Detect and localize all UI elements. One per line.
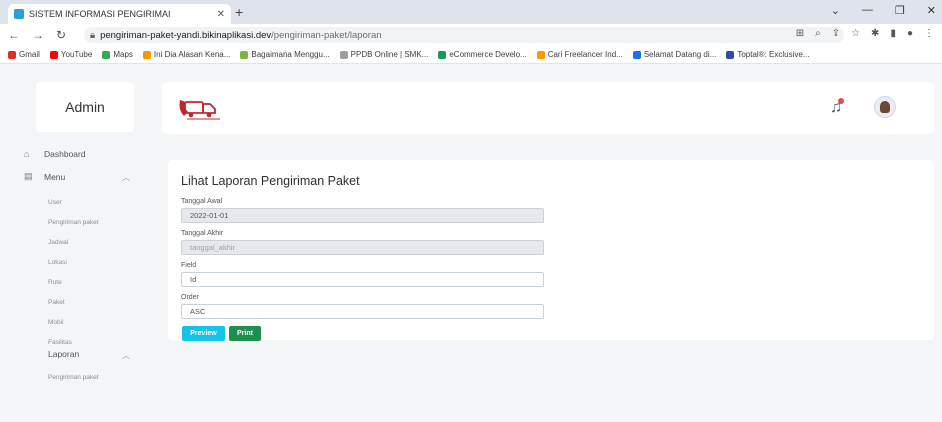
url-field[interactable]: 🔒︎ pengiriman-paket-yandi.bikinaplikasi.… xyxy=(84,27,844,43)
navigation-buttons: ← → ↻ xyxy=(8,28,66,42)
address-bar-row: ← → ↻ 🔒︎ pengiriman-paket-yandi.bikinapl… xyxy=(0,24,942,46)
address-bar-icons: ⊞ ⌕ ⇪ ☆ ✱ ▮ ● ⋮ xyxy=(796,28,934,39)
browser-tab[interactable]: SISTEM INFORMASI PENGIRIMAI ✕ xyxy=(8,4,231,24)
report-form-card: Lihat Laporan Pengiriman Paket Tanggal A… xyxy=(168,160,934,341)
zoom-icon[interactable]: ⌕ xyxy=(815,28,821,39)
bookmark-item[interactable]: Bagaimana Menggu... xyxy=(240,50,330,59)
star-icon[interactable]: ☆ xyxy=(851,28,860,39)
bookmark-label: Cari Freelancer Ind... xyxy=(547,50,623,59)
minimize-icon[interactable]: — xyxy=(862,4,873,17)
sidebar-item-menu[interactable]: ▤ Menu xyxy=(24,171,65,182)
bookmark-label: eCommerce Develo... xyxy=(449,50,527,59)
sidebar-item-label: Dashboard xyxy=(44,149,86,159)
bookmark-icon xyxy=(632,50,641,59)
bookmark-item[interactable]: Maps xyxy=(102,50,133,59)
bookmark-icon xyxy=(339,50,348,59)
sidebar-subitem[interactable]: Rute xyxy=(48,279,62,286)
more-options-icon[interactable]: ⋮ xyxy=(924,28,934,39)
bookmark-item[interactable]: YouTube xyxy=(49,50,93,59)
bookmark-label: Bagaimana Menggu... xyxy=(251,50,330,59)
print-button[interactable]: Print xyxy=(229,326,261,341)
bookmark-item[interactable]: eCommerce Develo... xyxy=(438,50,527,59)
bookmark-label: Ini Dia Alasan Kena... xyxy=(153,50,231,59)
field-select[interactable]: Id xyxy=(181,272,544,287)
sidebar-subitem[interactable]: Pengiriman paket xyxy=(48,219,99,226)
bookmark-label: Gmail xyxy=(19,50,40,59)
preview-button[interactable]: Preview xyxy=(182,326,225,341)
url-path: /pengiriman-paket/laporan xyxy=(271,29,382,41)
notification-dot xyxy=(838,98,844,104)
bookmark-item[interactable]: PPDB Online | SMK... xyxy=(339,50,429,59)
tanggal-akhir-label: Tanggal Akhir xyxy=(181,230,224,237)
sidebar-brand[interactable]: Admin xyxy=(36,82,134,132)
bookmark-label: PPDB Online | SMK... xyxy=(350,50,429,59)
bookmark-icon xyxy=(438,50,447,59)
bookmark-label: Maps xyxy=(113,50,133,59)
sidebar-subitem[interactable]: Lokasi xyxy=(48,259,67,266)
sidebar-item-laporan[interactable]: Laporan xyxy=(48,349,79,359)
sidebar: Admin ⌂ Dashboard ▤ Menu ︿ User Pengirima… xyxy=(0,64,152,422)
order-select[interactable]: ASC xyxy=(181,304,544,319)
window-controls: ⌄ — ❐ ✕ xyxy=(831,4,936,17)
menu-icon: ▤ xyxy=(24,171,33,181)
bookmark-item[interactable]: Ini Dia Alasan Kena... xyxy=(142,50,231,59)
sidebar-subitem[interactable]: Mobil xyxy=(48,319,64,326)
sidebar-toggle-icon[interactable]: ▮ xyxy=(890,28,896,39)
bookmark-item[interactable]: Gmail xyxy=(8,50,40,59)
bookmark-icon xyxy=(102,50,111,59)
bookmark-label: Toptal®: Exclusive... xyxy=(737,50,810,59)
maximize-icon[interactable]: ❐ xyxy=(895,4,905,17)
back-icon[interactable]: ← xyxy=(8,28,20,42)
lock-icon: 🔒︎ xyxy=(90,29,96,41)
forward-icon[interactable]: → xyxy=(32,28,44,42)
top-header: ♫ xyxy=(162,82,934,134)
field-label: Field xyxy=(181,262,197,269)
share-icon[interactable]: ⇪ xyxy=(832,28,840,39)
user-avatar-icon xyxy=(880,101,890,113)
sidebar-subitem[interactable]: Pengiriman paket xyxy=(48,374,99,381)
browser-tab-bar: SISTEM INFORMASI PENGIRIMAI ✕ + ⌄ — ❐ ✕ xyxy=(0,0,942,24)
sidebar-subitem[interactable]: Jadwal xyxy=(48,239,68,246)
sidebar-item-label: Menu xyxy=(44,171,66,182)
bookmark-icon xyxy=(142,50,151,59)
chevron-up-icon[interactable]: ︿ xyxy=(122,172,130,183)
bookmark-icon xyxy=(240,50,249,59)
bookmark-label: Selamat Datang di... xyxy=(643,50,717,59)
profile-icon[interactable]: ● xyxy=(907,28,913,39)
extensions-icon[interactable]: ✱ xyxy=(871,28,879,39)
reload-icon[interactable]: ↻ xyxy=(56,28,66,42)
bookmark-icon xyxy=(536,50,545,59)
order-label: Order xyxy=(181,294,199,301)
chevron-up-icon[interactable]: ︿ xyxy=(122,350,130,361)
chevron-down-icon[interactable]: ⌄ xyxy=(831,4,840,17)
notification-bell-icon[interactable]: ♫ xyxy=(830,98,844,117)
bookmark-item[interactable]: Selamat Datang di... xyxy=(632,50,717,59)
page-title: Lihat Laporan Pengiriman Paket xyxy=(181,174,360,188)
tanggal-awal-input[interactable]: 2022-01-01 xyxy=(181,208,544,223)
home-icon: ⌂ xyxy=(24,149,30,159)
bookmarks-bar: Gmail YouTube Maps Ini Dia Alasan Kena... Ba… xyxy=(0,46,942,64)
tanggal-awal-label: Tanggal Awal xyxy=(181,198,223,205)
bookmark-icon xyxy=(49,50,58,59)
avatar[interactable] xyxy=(874,96,896,118)
sidebar-subitem[interactable]: Fasilitas xyxy=(48,339,72,346)
sidebar-item-label: Laporan xyxy=(48,349,80,359)
bookmark-label: YouTube xyxy=(60,50,93,59)
url-domain: pengiriman-paket-yandi.bikinaplikasi.dev xyxy=(100,29,272,41)
bookmark-item[interactable]: Cari Freelancer Ind... xyxy=(536,50,623,59)
close-window-icon[interactable]: ✕ xyxy=(927,4,936,17)
bookmark-item[interactable]: Toptal®: Exclusive... xyxy=(726,50,809,59)
bookmark-icon xyxy=(726,50,735,59)
close-tab-icon[interactable]: ✕ xyxy=(217,9,225,20)
tab-title: SISTEM INFORMASI PENGIRIMAI xyxy=(29,9,171,19)
translate-icon[interactable]: ⊞ xyxy=(796,28,804,39)
sidebar-subitem[interactable]: User xyxy=(48,199,62,206)
site-favicon-icon xyxy=(14,9,24,19)
new-tab-icon[interactable]: + xyxy=(235,4,243,20)
company-logo xyxy=(179,100,220,120)
sidebar-item-dashboard[interactable]: ⌂ Dashboard xyxy=(24,149,86,159)
tanggal-akhir-input[interactable]: tanggal_akhir xyxy=(181,240,544,255)
bookmark-icon xyxy=(8,50,16,59)
sidebar-subitem[interactable]: Paket xyxy=(48,299,65,306)
